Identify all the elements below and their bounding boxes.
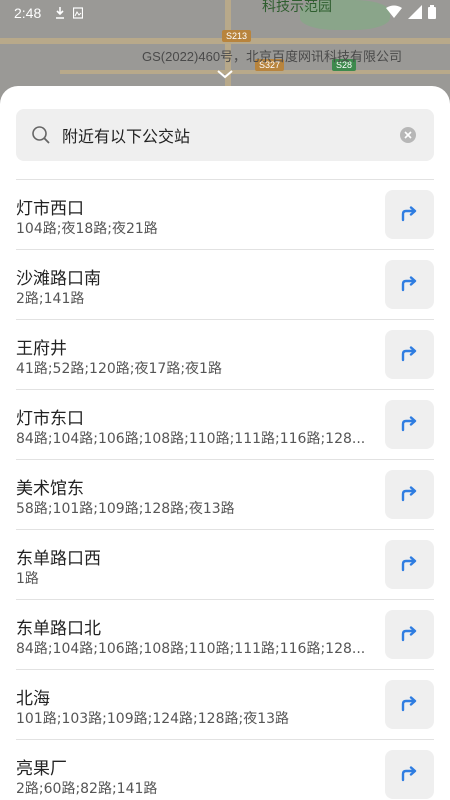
station-name: 东单路口北 — [16, 619, 101, 639]
battery-icon — [428, 5, 436, 19]
station-row[interactable]: 灯市西口 104路;夜18路;夜21路 — [16, 179, 434, 249]
route-button[interactable] — [385, 540, 434, 589]
signal-icon — [408, 5, 422, 19]
image-icon — [73, 7, 84, 19]
station-name: 北海 — [16, 689, 50, 709]
route-arrow-icon — [401, 486, 417, 502]
route-arrow-icon — [401, 276, 417, 292]
route-arrow-icon — [401, 416, 417, 432]
route-arrow-icon — [401, 206, 417, 222]
station-name: 沙滩路口南 — [16, 269, 101, 289]
route-arrow-icon — [401, 346, 417, 362]
station-lines: 101路;103路;109路;124路;128路;夜13路 — [16, 711, 290, 727]
station-name: 东单路口西 — [16, 549, 101, 569]
road-badge: S213 — [222, 30, 252, 42]
station-row[interactable]: 东单路口西 1路 — [16, 529, 434, 599]
status-icons — [386, 5, 436, 19]
station-sheet: 灯市西口 104路;夜18路;夜21路 沙滩路口南 2路;141路 王府井 41… — [0, 86, 450, 800]
route-button[interactable] — [385, 260, 434, 309]
route-arrow-icon — [401, 696, 417, 712]
station-row[interactable]: 王府井 41路;52路;120路;夜17路;夜1路 — [16, 319, 434, 389]
status-bar: 2:48 — [0, 0, 450, 26]
route-button[interactable] — [385, 680, 434, 729]
station-row[interactable]: 亮果厂 2路;60路;82路;141路 — [16, 739, 434, 800]
station-row[interactable]: 东单路口北 84路;104路;106路;108路;110路;111路;116路;… — [16, 599, 434, 669]
wifi-icon — [386, 5, 402, 18]
clear-icon[interactable] — [400, 127, 416, 143]
search-input[interactable] — [62, 123, 382, 147]
station-name: 亮果厂 — [16, 759, 67, 779]
search-bar[interactable] — [16, 109, 434, 161]
station-row[interactable]: 灯市东口 84路;104路;106路;108路;110路;111路;116路;1… — [16, 389, 434, 459]
station-name: 王府井 — [16, 339, 67, 359]
chevron-down-icon[interactable] — [216, 67, 234, 81]
station-lines: 2路;60路;82路;141路 — [16, 781, 158, 797]
route-button[interactable] — [385, 330, 434, 379]
station-lines: 84路;104路;106路;108路;110路;111路;116路;128... — [16, 431, 366, 447]
station-name: 灯市西口 — [16, 199, 84, 219]
station-lines: 58路;101路;109路;128路;夜13路 — [16, 501, 235, 517]
station-lines: 84路;104路;106路;108路;110路;111路;116路;128... — [16, 641, 366, 657]
station-row[interactable]: 沙滩路口南 2路;141路 — [16, 249, 434, 319]
route-arrow-icon — [401, 626, 417, 642]
station-list: 灯市西口 104路;夜18路;夜21路 沙滩路口南 2路;141路 王府井 41… — [16, 179, 434, 800]
route-button[interactable] — [385, 470, 434, 519]
station-row[interactable]: 美术馆东 58路;101路;109路;128路;夜13路 — [16, 459, 434, 529]
status-time: 2:48 — [14, 5, 42, 21]
download-icon — [56, 7, 65, 19]
station-name: 灯市东口 — [16, 409, 84, 429]
route-arrow-icon — [401, 556, 417, 572]
search-icon — [32, 126, 50, 144]
route-button[interactable] — [385, 400, 434, 449]
station-lines: 2路;141路 — [16, 291, 85, 307]
route-button[interactable] — [385, 750, 434, 799]
route-arrow-icon — [401, 766, 417, 782]
route-button[interactable] — [385, 610, 434, 659]
station-name: 美术馆东 — [16, 479, 84, 499]
station-row[interactable]: 北海 101路;103路;109路;124路;128路;夜13路 — [16, 669, 434, 739]
station-lines: 41路;52路;120路;夜17路;夜1路 — [16, 361, 222, 377]
station-lines: 104路;夜18路;夜21路 — [16, 221, 158, 237]
map-copyright: GS(2022)460号，北京百度网讯科技有限公司 — [142, 49, 403, 64]
station-lines: 1路 — [16, 571, 39, 587]
route-button[interactable] — [385, 190, 434, 239]
